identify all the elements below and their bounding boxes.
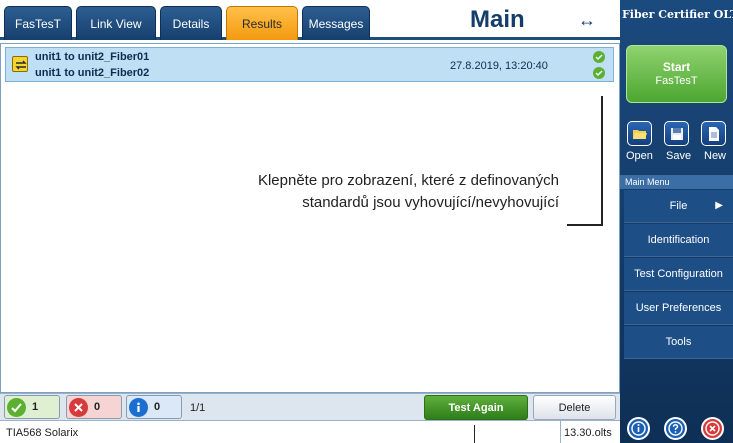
callout-text-line-1: Klepněte pro zobrazení, které z definova…: [257, 172, 559, 189]
menu-item-identification[interactable]: Identification: [624, 224, 733, 257]
tab-details[interactable]: Details: [160, 6, 222, 40]
save-button[interactable]: [664, 121, 689, 146]
menu-item-tools[interactable]: Tools: [624, 326, 733, 359]
menu-item-label: User Preferences: [635, 302, 722, 314]
tab-results[interactable]: Results: [226, 6, 298, 40]
info-count: 0: [154, 401, 161, 413]
fail-count-box[interactable]: 0: [66, 395, 122, 419]
test-date: 27.8.2019, 13:20:40: [450, 60, 548, 72]
standard-label: TIA568 Solarix: [6, 427, 79, 439]
submenu-arrow-icon: ▶: [715, 200, 723, 211]
tab-fastest[interactable]: FasTesT: [4, 6, 72, 40]
fiber-name-2: unit1 to unit2_Fiber02: [35, 67, 150, 79]
result-row[interactable]: unit1 to unit2_Fiber01 unit1 to unit2_Fi…: [5, 47, 614, 82]
info-icon: [129, 397, 148, 417]
new-label: New: [704, 150, 727, 162]
callout-line: [567, 224, 603, 226]
pass-icon: [7, 397, 26, 417]
open-label: Open: [626, 150, 653, 162]
exit-button[interactable]: [701, 417, 724, 440]
version-label: 13.30.olts: [564, 427, 612, 439]
tab-messages[interactable]: Messages: [302, 6, 370, 40]
page-indicator: 1/1: [190, 402, 206, 414]
menu-item-label: File: [669, 200, 688, 212]
pass-check-icon[interactable]: [593, 67, 605, 79]
app-title: Fiber Certifier OLTS: [622, 8, 733, 21]
test-again-button[interactable]: Test Again: [424, 395, 528, 420]
bidirectional-test-icon: [12, 56, 28, 72]
callout-text-line-2: standardů jsou vyhovující/nevyhovující: [302, 194, 559, 211]
new-button[interactable]: [701, 121, 726, 146]
sidebar: Fiber Certifier OLTS Start FasTesT Open …: [620, 0, 733, 443]
results-list: unit1 to unit2_Fiber01 unit1 to unit2_Fi…: [0, 43, 620, 393]
delete-button[interactable]: Delete: [533, 395, 616, 420]
menu-item-test-configuration[interactable]: Test Configuration: [624, 258, 733, 291]
status-bar: 1 0 0 1/1 Test Again Delete: [0, 393, 620, 420]
swap-arrow-icon[interactable]: ↔: [578, 10, 596, 31]
pass-count-box[interactable]: 1: [4, 395, 60, 419]
start-button[interactable]: Start FasTesT: [626, 45, 727, 103]
info-button[interactable]: [627, 417, 650, 440]
menu-item-label: Identification: [647, 234, 710, 246]
save-label: Save: [666, 150, 692, 162]
start-button-label: Start: [662, 60, 691, 74]
callout-line: [474, 425, 475, 443]
menu-item-label: Test Configuration: [634, 268, 723, 280]
menu-item-label: Tools: [665, 336, 692, 348]
pass-count: 1: [32, 401, 39, 413]
open-button[interactable]: [627, 121, 652, 146]
footer: TIA568 Solarix 13.30.olts: [0, 420, 620, 443]
app-title-text: Fiber Certifier OLTS: [622, 8, 733, 21]
pass-check-icon[interactable]: [593, 51, 605, 63]
start-button-sublabel: FasTesT: [655, 75, 698, 87]
main-menu-header: Main Menu: [620, 175, 733, 189]
help-button[interactable]: [664, 417, 687, 440]
tab-bar: FasTesT Link View Details Results Messag…: [0, 0, 620, 40]
fail-count: 0: [94, 401, 101, 413]
divider: [560, 421, 561, 443]
fail-icon: [69, 397, 88, 417]
callout-line: [601, 96, 603, 224]
page-title: Main: [470, 6, 525, 33]
info-count-box[interactable]: 0: [126, 395, 182, 419]
fiber-name-1: unit1 to unit2_Fiber01: [35, 51, 150, 63]
menu-item-file[interactable]: File ▶: [624, 190, 733, 223]
app-window: FasTesT Link View Details Results Messag…: [0, 0, 733, 443]
tab-link-view[interactable]: Link View: [76, 6, 156, 40]
menu-item-user-preferences[interactable]: User Preferences: [624, 292, 733, 325]
